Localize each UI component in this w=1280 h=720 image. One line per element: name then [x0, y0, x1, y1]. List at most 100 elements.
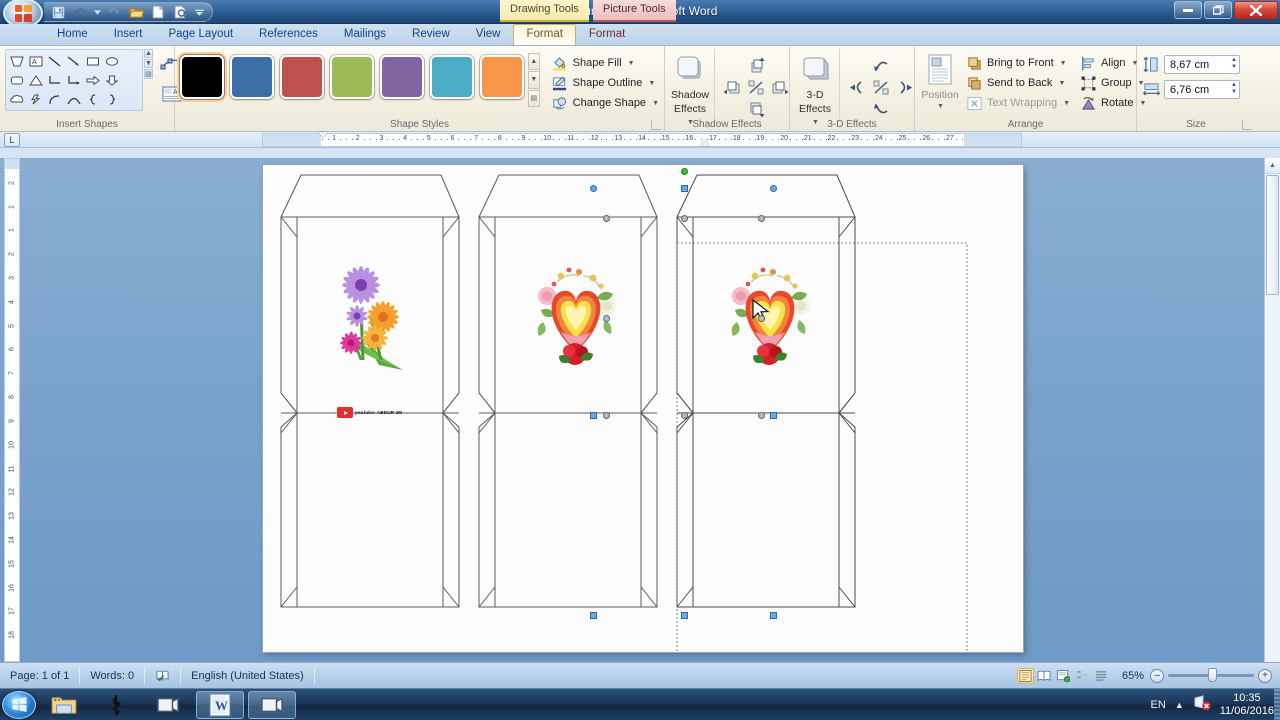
- send-to-back-button[interactable]: Send to Back ▼: [966, 75, 1070, 91]
- media-window-icon[interactable]: [144, 691, 192, 719]
- handle-outer-bot-right[interactable]: [770, 612, 777, 619]
- shape-fill-dropdown-icon[interactable]: ▼: [628, 60, 635, 67]
- language-indicator-tray[interactable]: EN: [1151, 699, 1166, 711]
- shape-triangle-icon[interactable]: [27, 71, 45, 89]
- full-screen-reading-view-button[interactable]: [1036, 668, 1053, 684]
- shape-right-brace-icon[interactable]: [103, 90, 121, 108]
- redo-icon[interactable]: [104, 3, 124, 21]
- shape-height-spinner[interactable]: ▲ ▼: [1231, 57, 1237, 71]
- tilt-up-icon[interactable]: [870, 55, 892, 75]
- first-line-indent-marker[interactable]: [318, 132, 328, 138]
- shape-elbow-connector-icon[interactable]: [46, 71, 64, 89]
- shapes-scroll-up-button[interactable]: ▲: [144, 49, 153, 58]
- text-wrapping-button[interactable]: Text Wrapping ▼: [966, 95, 1070, 111]
- tab-review[interactable]: Review: [399, 24, 463, 45]
- page-indicator[interactable]: Page: 1 of 1: [0, 667, 81, 684]
- shape-arrow-line-icon[interactable]: [65, 52, 83, 70]
- shape-down-arrow-icon[interactable]: [103, 71, 121, 89]
- scroll-thumb[interactable]: [1266, 175, 1279, 295]
- tab-insert[interactable]: Insert: [101, 24, 156, 45]
- tilt-right-icon[interactable]: [894, 77, 916, 97]
- bring-to-front-dropdown-icon[interactable]: ▼: [1060, 60, 1067, 67]
- shape-style-swatch-4[interactable]: [330, 55, 374, 99]
- heart-roses-clipart-3[interactable]: [715, 260, 825, 370]
- handle-edit-mid-left[interactable]: [603, 315, 610, 322]
- shape-right-arrow-icon[interactable]: [84, 71, 102, 89]
- handle-outer-top-right[interactable]: [770, 185, 777, 192]
- word-count[interactable]: Words: 0: [80, 667, 146, 684]
- handle-edit-bot-mid[interactable]: [681, 412, 688, 419]
- nudge-shadow-down-icon[interactable]: [745, 99, 767, 119]
- shape-style-swatch-2[interactable]: [230, 55, 274, 99]
- shapes-gallery[interactable]: A: [5, 49, 143, 111]
- contextual-tab-drawing-tools[interactable]: Drawing Tools: [500, 0, 589, 22]
- handle-edit-top-left[interactable]: [603, 215, 610, 222]
- horizontal-ruler[interactable]: 2112345678910111213141516171819202122232…: [262, 133, 1022, 147]
- shape-arc-icon[interactable]: [46, 90, 64, 108]
- vertical-ruler[interactable]: 2 1 1 2 3 4 5 6 7 8 9 10 11 12 13 14 15 16 17 18: [4, 158, 20, 662]
- tab-format-picture-tools[interactable]: Format: [576, 24, 638, 45]
- send-to-back-dropdown-icon[interactable]: ▼: [1058, 80, 1065, 87]
- shape-width-input[interactable]: 6,76 cm ▲ ▼: [1164, 80, 1240, 99]
- shape-fill-button[interactable]: Shape Fill ▼: [552, 55, 659, 71]
- styles-more-button[interactable]: ▤: [528, 89, 540, 107]
- close-button[interactable]: [1234, 1, 1278, 19]
- draft-view-button[interactable]: [1093, 668, 1110, 684]
- shape-rectangle-icon[interactable]: [84, 52, 102, 70]
- file-explorer-icon[interactable]: [40, 691, 88, 719]
- shape-left-brace-icon[interactable]: [84, 90, 102, 108]
- vertical-scrollbar[interactable]: ▲: [1264, 158, 1280, 662]
- shape-cloud-icon[interactable]: [8, 90, 26, 108]
- tilt-down-icon[interactable]: [870, 99, 892, 119]
- shape-styles-gallery[interactable]: [180, 49, 524, 99]
- proofing-status[interactable]: [145, 667, 182, 684]
- styles-scroll-down-button[interactable]: ▼: [528, 71, 540, 89]
- styles-scroll-up-button[interactable]: ▲: [528, 53, 540, 71]
- clock[interactable]: 10:35 11/06/2016: [1220, 692, 1274, 718]
- shape-width-spinner[interactable]: ▲ ▼: [1231, 82, 1237, 96]
- zoom-in-button[interactable]: +: [1258, 668, 1272, 683]
- zoom-slider[interactable]: – +: [1150, 668, 1272, 683]
- shape-rounded-rectangle-icon[interactable]: [8, 71, 26, 89]
- handle-edit-top-right[interactable]: [758, 215, 765, 222]
- restore-button[interactable]: [1204, 1, 1232, 19]
- three-d-effects-button[interactable]: 3-D Effects ▼: [795, 49, 835, 127]
- position-button[interactable]: Position ▼: [920, 49, 960, 111]
- shape-trapezoid-icon[interactable]: [8, 52, 26, 70]
- new-icon[interactable]: [148, 3, 168, 21]
- shape-outline-dropdown-icon[interactable]: ▼: [648, 80, 655, 87]
- scroll-up-button[interactable]: ▲: [1265, 158, 1280, 174]
- zoom-level[interactable]: 65%: [1122, 670, 1144, 682]
- change-shape-button[interactable]: Change Shape ▼: [552, 95, 659, 111]
- shadow-effects-button[interactable]: Shadow Effects ▼: [670, 49, 710, 127]
- handle-top-center[interactable]: [681, 185, 688, 192]
- rotate-handle[interactable]: [681, 168, 688, 175]
- shape-styles-scroll[interactable]: ▲ ▼ ▤: [528, 49, 540, 107]
- nudge-shadow-up-icon[interactable]: [745, 55, 767, 75]
- shape-text-box-icon[interactable]: A: [27, 52, 45, 70]
- print-layout-view-button[interactable]: [1016, 667, 1034, 684]
- bring-to-front-button[interactable]: Bring to Front ▼: [966, 55, 1070, 71]
- shape-style-swatch-1[interactable]: [180, 55, 224, 99]
- document-page[interactable]: youtube: ABDUR 2M: [263, 165, 1023, 652]
- right-indent-marker[interactable]: [700, 140, 710, 146]
- bluetooth-icon[interactable]: [92, 691, 140, 719]
- undo-icon[interactable]: [70, 3, 90, 21]
- change-shape-dropdown-icon[interactable]: ▼: [652, 100, 659, 107]
- shapes-scroll-down-button[interactable]: ▼: [144, 59, 153, 68]
- undo-dropdown-icon[interactable]: [92, 3, 102, 21]
- save-icon[interactable]: [48, 3, 68, 21]
- toggle-shadow-on-off-icon[interactable]: [745, 77, 767, 97]
- print-preview-icon[interactable]: [170, 3, 190, 21]
- show-hidden-icons-button[interactable]: ▲: [1175, 700, 1184, 710]
- handle-bottom-right[interactable]: [770, 412, 777, 419]
- shapes-more-button[interactable]: ▤: [144, 69, 153, 79]
- shape-height-input[interactable]: 8,67 cm ▲ ▼: [1164, 55, 1240, 74]
- handle-outer-top-left[interactable]: [590, 185, 597, 192]
- tab-format-drawing-tools[interactable]: Format: [513, 24, 576, 45]
- tab-view[interactable]: View: [463, 24, 514, 45]
- heart-roses-clipart-2[interactable]: [521, 260, 631, 370]
- tab-home[interactable]: Home: [44, 24, 101, 45]
- tab-page-layout[interactable]: Page Layout: [155, 24, 246, 45]
- tab-stop-selector-button[interactable]: L: [4, 133, 20, 147]
